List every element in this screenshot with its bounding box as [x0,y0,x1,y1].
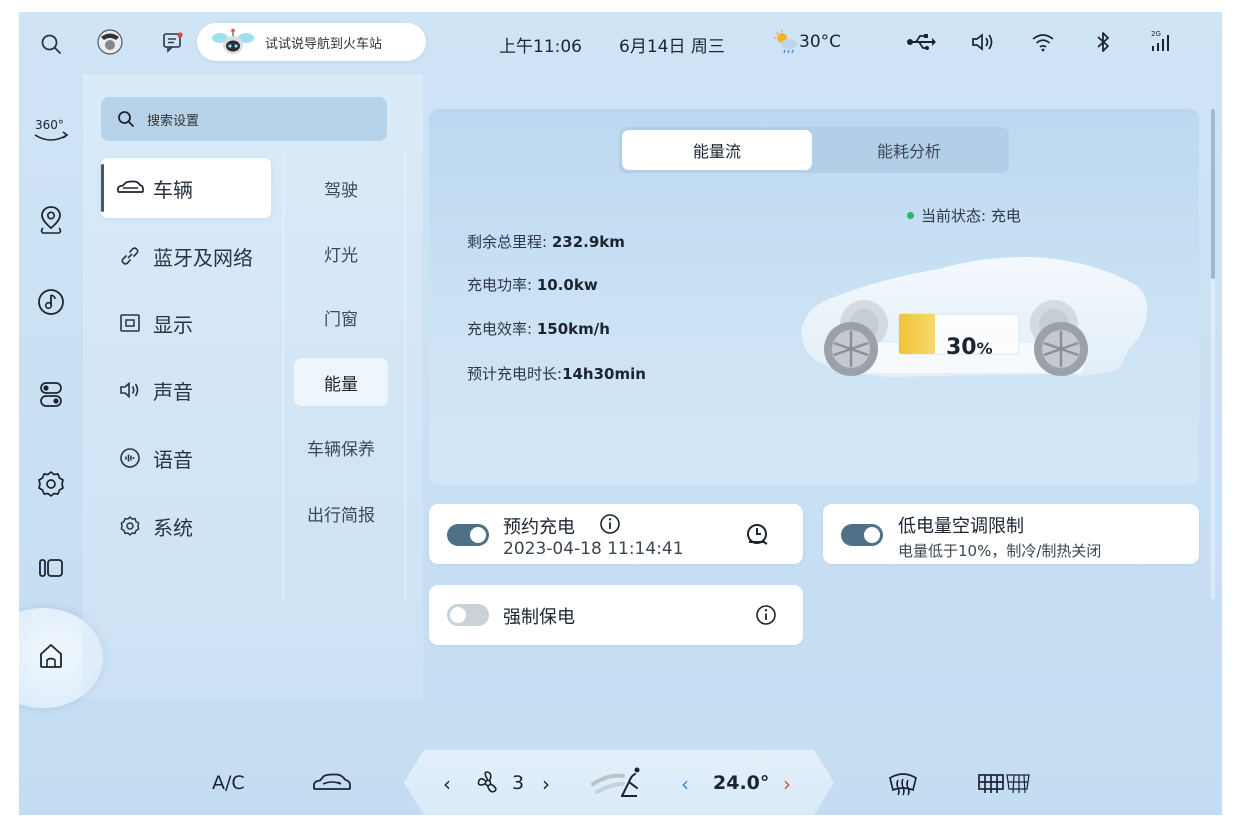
search-input[interactable]: 搜索设置 [101,97,387,141]
low-battery-ac-description: 电量低于10%，制冷/制热关闭 [898,542,1102,560]
menu-item-label: 系统 [153,515,193,540]
menu-item-display[interactable]: 显示 [101,293,271,353]
submenu-item-doors-windows[interactable]: 门窗 [294,293,388,341]
seat-airflow-icon[interactable] [589,764,645,802]
energy-tab-switcher: 能量流 能耗分析 [619,127,1009,173]
estimated-charge-time: 预计充电时长:14h30min [467,365,646,383]
menu-item-label: 语音 [153,447,193,472]
message-icon[interactable] [159,28,187,56]
submenu-item-driving[interactable]: 驾驶 [294,164,388,212]
scheduled-charge-card: 预约充电 2023-04-18 11:14:41 [429,504,803,564]
force-preserve-title: 强制保电 [503,607,575,628]
remaining-range: 剩余总里程: 232.9km [467,233,625,251]
rear-wheel-front [824,322,878,376]
navigation-pin-icon[interactable] [31,200,71,240]
camera-360-label: 360° [35,118,64,132]
fan-increase-button[interactable]: › [542,772,550,796]
bluetooth-icon[interactable] [1091,28,1115,56]
usb-icon [905,30,937,54]
signal-type-label: 2G [1151,30,1161,38]
settings-gear-icon[interactable] [31,464,71,504]
temperature-decrease-button[interactable]: ‹ [681,772,689,796]
weather-temperature: 30°C [799,32,842,52]
clock-date: 6月14日 周三 [619,37,725,57]
menu-item-vehicle[interactable]: 车辆 [101,158,271,218]
temperature-increase-button[interactable]: › [783,772,791,796]
force-preserve-toggle[interactable] [447,604,489,626]
battery-fill-bar [899,314,935,354]
search-icon [118,111,134,127]
fan-icon [477,771,497,793]
avatar[interactable] [95,27,125,57]
climate-bottom-bar: A/C ‹ 3 › ‹ 24.0° › [19,750,1222,815]
scheduled-charge-toggle[interactable] [447,524,489,546]
tab-energy-flow[interactable]: 能量流 [622,130,812,170]
car-recirculation-icon[interactable] [311,772,353,796]
low-battery-ac-toggle[interactable] [841,524,883,546]
battery-percentage: 30% [946,335,993,360]
voice-assistant-pill[interactable]: 试试说导航到火车站 [197,23,426,61]
car-icon [115,180,145,196]
info-icon[interactable] [599,513,621,535]
wifi-icon[interactable] [1029,29,1057,55]
home-icon[interactable] [31,636,71,676]
music-icon[interactable] [31,282,71,322]
menu-item-voice[interactable]: 语音 [101,428,271,488]
scheduled-charge-title: 预约充电 [503,517,575,538]
info-icon[interactable] [755,604,777,626]
energy-flow-card: 能量流 能耗分析 剩余总里程: 232.9km 充电功率: 10.0kw 充电效… [429,109,1199,485]
camera-360-icon[interactable]: 360° [31,112,71,152]
charging-state: 当前状态: 充电 [907,205,1021,226]
fan-decrease-button[interactable]: ‹ [443,772,451,796]
clock-time: 上午11:06 [499,37,582,57]
cellular-signal-icon: 2G [1147,26,1177,56]
rear-defrost-icon[interactable] [977,771,1033,795]
charging-power: 充电功率: 10.0kw [467,276,598,294]
content-scrollbar[interactable] [1211,109,1215,599]
menu-item-label: 声音 [153,379,193,404]
weather-icon [773,28,799,56]
multitask-icon[interactable] [31,548,71,588]
voice-icon [115,447,145,469]
car-illustration [801,257,1148,377]
gear-icon [115,515,145,537]
volume-icon[interactable] [969,30,997,54]
menu-item-system[interactable]: 系统 [101,496,271,556]
controls-toggle-icon[interactable] [31,374,71,414]
low-battery-ac-title: 低电量空调限制 [898,516,1024,537]
link-icon [115,245,145,267]
menu-item-label: 蓝牙及网络 [153,245,253,270]
scheduled-charge-datetime: 2023-04-18 11:14:41 [503,539,684,559]
car-settings-screen: 试试说导航到火车站 上午11:06 6月14日 周三 30°C 2G 360° [19,12,1222,815]
voice-robot-icon [212,28,254,54]
status-bar: 试试说导航到火车站 上午11:06 6月14日 周三 30°C 2G [19,12,1222,74]
content-divider [405,152,406,602]
submenu-item-energy[interactable]: 能量 [294,358,388,406]
front-defrost-icon[interactable] [887,770,919,796]
charging-status-dot [907,212,914,219]
submenu-item-trip-report[interactable]: 出行简报 [294,489,388,537]
search-placeholder: 搜索设置 [147,113,200,129]
clock-icon[interactable] [745,522,771,548]
force-preserve-card: 强制保电 [429,585,803,645]
display-icon [115,313,145,333]
menu-item-label: 车辆 [153,177,193,202]
charging-efficiency: 充电效率: 150km/h [467,320,610,338]
menu-item-bluetooth-network[interactable]: 蓝牙及网络 [101,226,271,286]
menu-item-label: 显示 [153,312,193,337]
voice-hint-text: 试试说导航到火车站 [265,36,383,52]
submenu-divider [283,152,284,602]
tab-energy-analysis[interactable]: 能耗分析 [814,130,1004,170]
ac-button[interactable]: A/C [212,772,245,794]
menu-item-sound[interactable]: 声音 [101,360,271,420]
front-wheel-front [1034,322,1088,376]
submenu-item-maintenance[interactable]: 车辆保养 [294,423,388,471]
speaker-icon [115,380,145,400]
temperature-value: 24.0° [713,772,770,794]
fan-level: 3 [512,772,525,794]
low-battery-ac-limit-card: 低电量空调限制 电量低于10%，制冷/制热关闭 [823,504,1199,564]
search-icon[interactable] [37,30,65,58]
submenu-item-lights[interactable]: 灯光 [294,229,388,277]
